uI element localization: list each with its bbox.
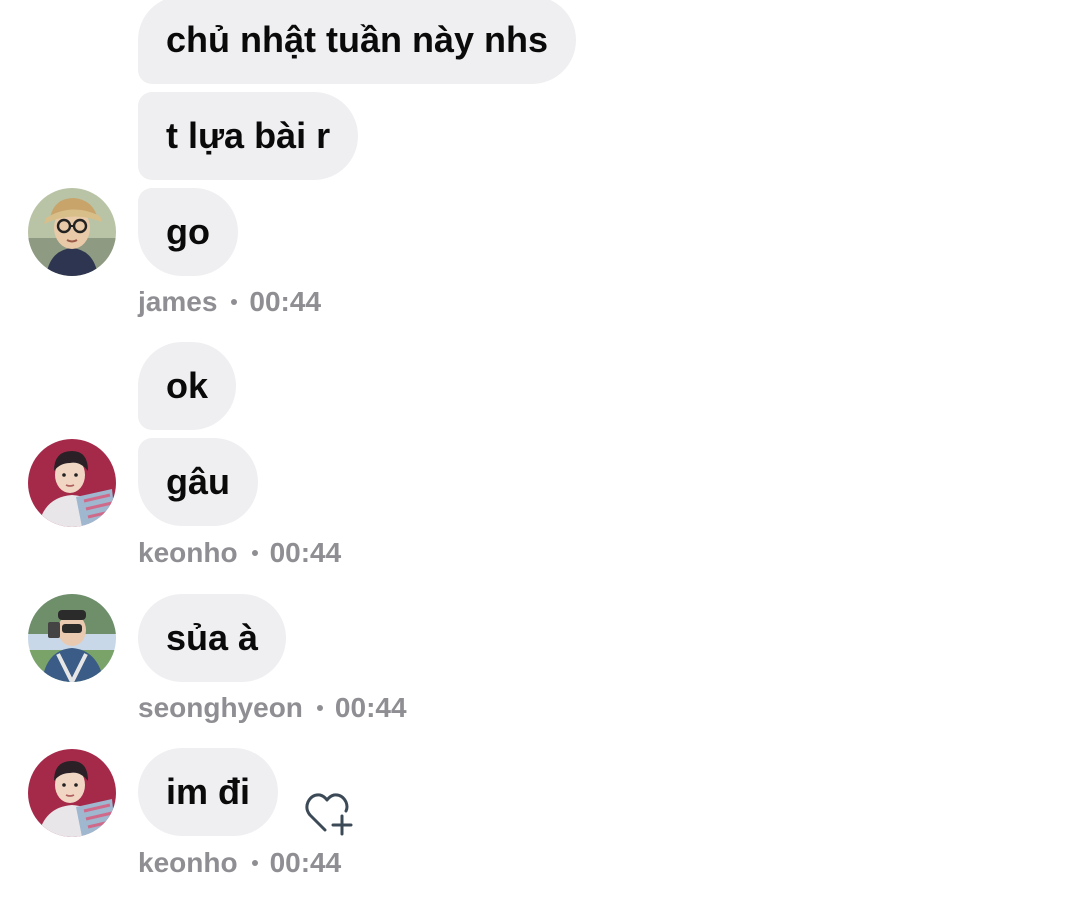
message-text: t lựa bài r [166, 115, 331, 156]
message-text: go [166, 211, 210, 252]
timestamp: 00:44 [269, 537, 342, 568]
message-bubble[interactable]: t lựa bài r [138, 92, 359, 180]
avatar-james[interactable] [28, 188, 116, 276]
message-bubble[interactable]: gâu [138, 438, 259, 526]
message-text: sủa à [166, 617, 259, 658]
heart-plus-icon[interactable] [304, 790, 356, 836]
message-meta: james 00:44 [138, 284, 321, 320]
sender-name[interactable]: seonghyeon [138, 692, 303, 723]
timestamp: 00:44 [334, 692, 407, 723]
message-text: chủ nhật tuần này nhs [166, 19, 549, 60]
message-meta: seonghyeon 00:44 [138, 690, 407, 726]
avatar-keonho[interactable] [28, 439, 116, 527]
timestamp: 00:44 [249, 286, 322, 317]
message-text: ok [166, 365, 209, 406]
message-bubble[interactable]: sủa à [138, 594, 287, 682]
message-bubble[interactable]: go [138, 188, 238, 276]
message-bubble[interactable]: im đi [138, 748, 279, 836]
separator-dot [251, 549, 258, 556]
separator-dot [231, 298, 238, 305]
separator-dot [316, 704, 323, 711]
message-bubble[interactable]: chủ nhật tuần này nhs [138, 0, 577, 84]
message-meta: keonho 00:44 [138, 535, 341, 571]
chat-thread: chủ nhật tuần này nhs t lựa bài r go jam… [0, 0, 1080, 900]
separator-dot [251, 859, 258, 866]
timestamp: 00:44 [269, 847, 342, 878]
sender-name[interactable]: keonho [138, 847, 238, 878]
sender-name[interactable]: keonho [138, 537, 238, 568]
message-bubble[interactable]: ok [138, 342, 237, 430]
avatar-seonghyeon[interactable] [28, 594, 116, 682]
message-text: gâu [166, 461, 231, 502]
message-meta: keonho 00:44 [138, 845, 341, 881]
sender-name[interactable]: james [138, 286, 217, 317]
avatar-keonho[interactable] [28, 749, 116, 837]
message-text: im đi [166, 771, 251, 812]
